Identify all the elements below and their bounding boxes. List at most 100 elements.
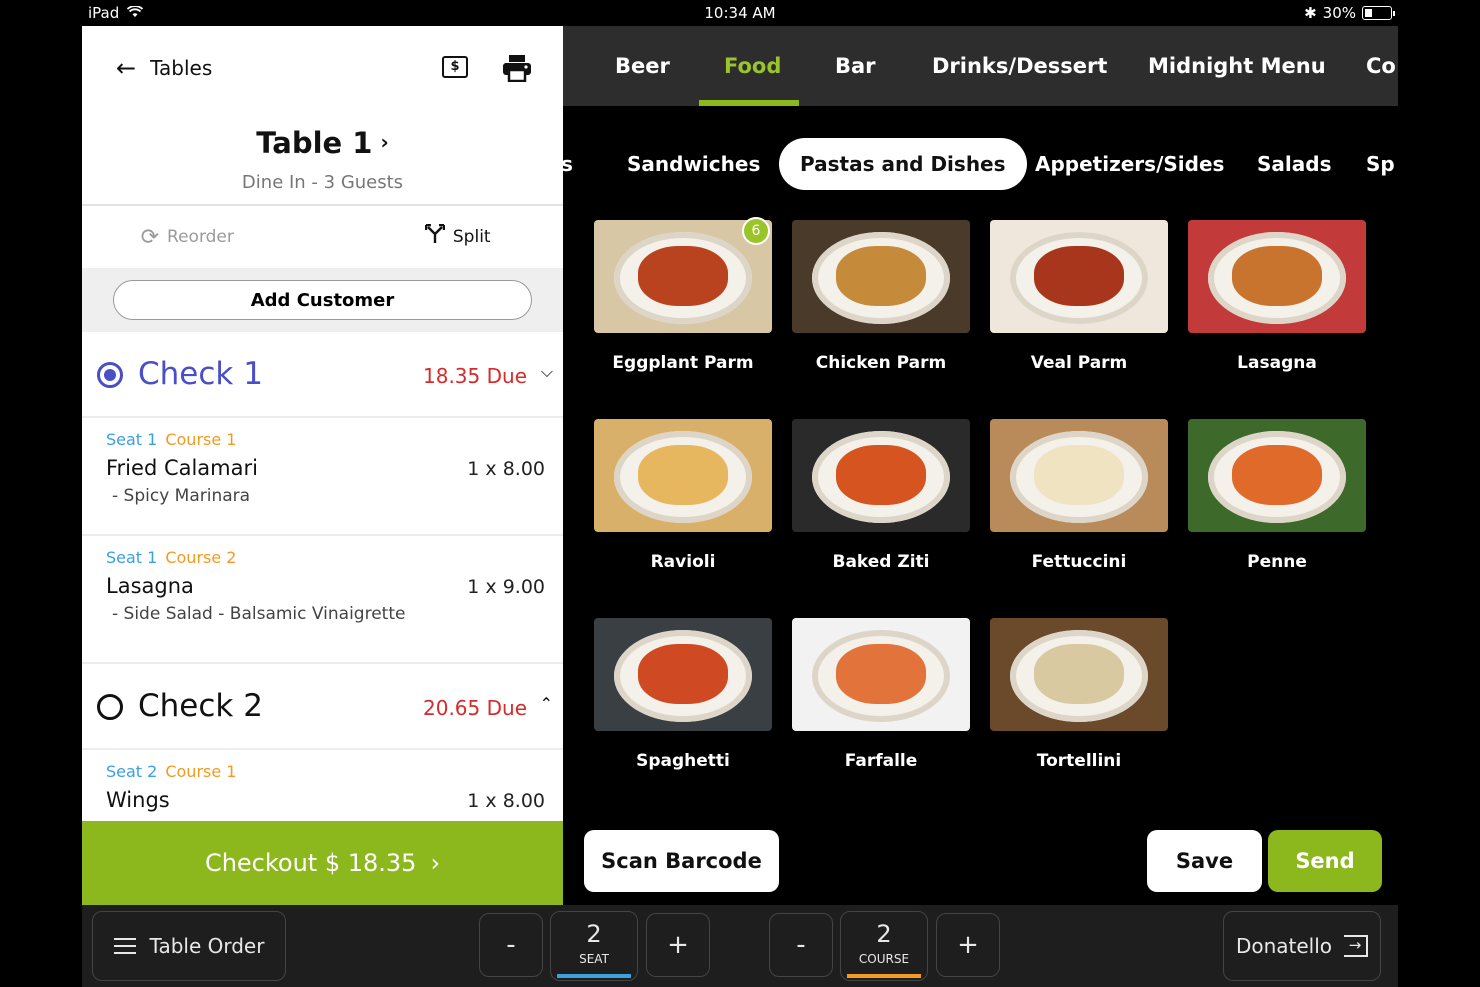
printer-icon[interactable] [502,54,532,83]
scan-barcode-button[interactable]: Scan Barcode [584,830,779,892]
chip-more[interactable]: Sp [1366,138,1395,190]
menu-item-tile[interactable]: Baked Ziti [792,419,970,572]
seat-stepper-value[interactable]: 2 SEAT [550,911,638,981]
check-1-radio[interactable] [97,362,123,388]
customer-area: Add Customer [82,268,563,332]
item-name: Lasagna [106,574,194,598]
split-button[interactable]: Split [313,206,564,268]
item-seat: Seat 2 [106,762,158,781]
menu-item-tile[interactable]: Penne [1188,419,1366,572]
menu-item-label: Lasagna [1237,353,1317,373]
menu-item-tile[interactable]: Lasagna [1188,220,1366,373]
chevron-down-icon[interactable]: ⌵ [541,362,553,382]
item-course: Course 1 [165,762,237,781]
tab-drinks-dessert[interactable]: Drinks/Dessert [932,54,1107,78]
item-modifiers: - Side Salad - Balsamic Vinaigrette [112,604,406,624]
cash-drawer-icon[interactable]: $ [442,56,468,78]
seat-value: 2 [586,920,602,948]
food-shape [638,246,728,306]
menu-item-label: Eggplant Parm [612,353,754,373]
item-name: Fried Calamari [106,456,258,480]
add-customer-button[interactable]: Add Customer [113,280,532,320]
food-shape [836,445,926,505]
table-title: Table 1 [256,126,373,160]
checkout-button[interactable]: Checkout $ 18.35 › [82,821,563,905]
tab-more[interactable]: Co [1366,54,1396,78]
menu-item-label: Ravioli [650,552,716,572]
item-course: Course 2 [165,548,237,567]
tab-beer[interactable]: Beer [615,54,670,78]
chip-appetizers-sides[interactable]: Appetizers/Sides [1035,138,1224,190]
order-header: ← Tables $ Table 1 › Dine In - 3 Guests [82,26,563,206]
subcategory-chips: s Sandwiches Pastas and Dishes Appetizer… [563,138,1398,190]
spaghetti-photo [594,618,772,731]
menu-item-tile[interactable]: Veal Parm [990,220,1168,373]
food-shape [638,644,728,704]
chip-salads[interactable]: Salads [1257,138,1331,190]
table-order-button[interactable]: Table Order [92,911,286,981]
item-seat: Seat 1 [106,548,158,567]
save-button[interactable]: Save [1147,830,1262,892]
order-item[interactable]: Seat 1 Course 2 Lasagna 1 x 9.00 - Side S… [82,536,563,664]
lasagna-photo [1188,220,1366,333]
course-plus-button[interactable]: + [936,913,1000,977]
back-arrow-icon: ← [116,54,137,82]
seat-label: SEAT [579,952,609,966]
table-title-button[interactable]: Table 1 › [82,126,563,160]
seat-minus-button[interactable]: - [479,913,543,977]
back-label: Tables [150,56,213,80]
menu-item-label: Baked Ziti [832,552,930,572]
logout-icon: → [1344,935,1369,957]
battery-level [1365,9,1372,17]
order-item[interactable]: Seat 1 Course 1 Fried Calamari 1 x 8.00 -… [82,418,563,536]
back-to-tables-button[interactable]: ← Tables [116,54,212,82]
menu-item-label: Fettuccini [1031,552,1127,572]
course-minus-button[interactable]: - [769,913,833,977]
tab-midnight-menu[interactable]: Midnight Menu [1148,54,1326,78]
user-name: Donatello [1235,934,1333,958]
menu-item-label: Veal Parm [1030,353,1128,373]
battery-percent: 30% [1322,4,1356,22]
item-qty-price: 1 x 8.00 [467,458,545,480]
chevron-up-icon[interactable]: ⌃ [540,694,553,713]
menu-item-tile[interactable]: 6 Eggplant Parm [594,217,772,373]
food-shape [638,445,728,505]
chip-sandwiches[interactable]: Sandwiches [627,138,760,190]
item-seat: Seat 1 [106,430,158,449]
bluetooth-icon: ✱ [1304,4,1317,22]
chip-pastas-and-dishes[interactable]: Pastas and Dishes [779,138,1027,190]
reorder-icon: ⟳ [140,224,160,250]
menu-item-tile[interactable]: Ravioli [594,419,772,572]
course-stepper-value[interactable]: 2 COURSE [840,911,928,981]
food-shape [1034,445,1124,505]
item-qty-price: 1 x 9.00 [467,576,545,598]
check-2-header[interactable]: Check 2 20.65 Due ⌃ [82,664,563,750]
dining-info: Dine In - 3 Guests [241,172,404,193]
food-shape [1232,246,1322,306]
user-logout-button[interactable]: Donatello → [1223,911,1381,981]
reorder-button[interactable]: ⟳ Reorder [82,206,313,268]
veal-parm-photo [990,220,1168,333]
tab-bar[interactable]: Bar [835,54,876,78]
chicken-parm-photo [792,220,970,333]
table-order-label: Table Order [149,934,265,958]
item-qty-price: 1 x 8.00 [467,790,545,812]
menu-item-tile[interactable]: Fettuccini [990,419,1168,572]
status-bar: iPad 10:34 AM ✱ 30% [82,0,1398,26]
chevron-right-icon: › [380,130,389,154]
bottom-toolbar: Table Order - 2 SEAT + - 2 COURSE + Dona… [82,905,1398,987]
menu-item-tile[interactable]: Tortellini [990,618,1168,771]
chip-partial-left[interactable]: s [563,138,573,190]
menu-item-tile[interactable]: Spaghetti [594,618,772,771]
penne-photo [1188,419,1366,532]
order-actions: ⟳ Reorder Split [82,206,563,268]
seat-plus-button[interactable]: + [646,913,710,977]
menu-icon [113,938,136,954]
send-button[interactable]: Send [1268,830,1382,892]
menu-item-tile[interactable]: Chicken Parm [792,220,970,373]
check-1-header[interactable]: Check 1 18.35 Due ⌵ [82,332,563,418]
check-2-radio[interactable] [97,694,123,720]
menu-item-tile[interactable]: Farfalle [792,618,970,771]
baked-ziti-photo [792,419,970,532]
tab-food[interactable]: Food [724,54,781,78]
